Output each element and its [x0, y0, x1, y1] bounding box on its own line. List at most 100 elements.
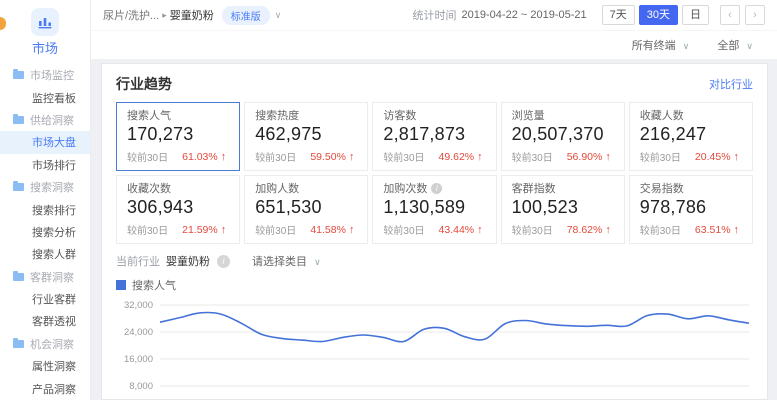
- metric-tile-加购人数[interactable]: 加购人数 651,530 较前30日 41.58% ↑: [244, 175, 368, 244]
- market-module-icon: [31, 8, 59, 36]
- metric-value: 978,786: [640, 197, 742, 218]
- sidebar-group-label: 市场监控: [30, 67, 74, 83]
- sidebar-item-label: 行业客群: [32, 291, 76, 307]
- scope-filter-label: 全部: [717, 40, 739, 52]
- metric-tile-访客数[interactable]: 访客数 2,817,873 较前30日 49.62% ↑: [372, 102, 496, 171]
- metric-value: 170,273: [127, 124, 229, 145]
- metric-change: 43.44%: [439, 224, 475, 236]
- stat-time-range: 2019-04-22 ~ 2019-05-21: [462, 9, 587, 21]
- metric-label: 加购人数: [255, 180, 299, 196]
- range-button-日[interactable]: 日: [682, 5, 709, 25]
- arrow-up-icon: ↑: [477, 224, 483, 236]
- metric-change: 61.03%: [182, 151, 218, 163]
- info-icon: i: [431, 183, 442, 194]
- folder-icon: [13, 340, 24, 348]
- metric-value: 1,130,589: [383, 197, 485, 218]
- metric-tile-收藏次数[interactable]: 收藏次数 306,943 较前30日 21.59% ↑: [116, 175, 240, 244]
- metric-label: 客群指数: [512, 180, 556, 196]
- edition-badge[interactable]: 标准版: [222, 6, 270, 25]
- sidebar-item-搜索人群[interactable]: 搜索人群: [0, 243, 90, 265]
- sidebar-item-行业客群[interactable]: 行业客群: [0, 288, 90, 310]
- current-industry-value: 婴童奶粉: [166, 253, 210, 269]
- sidebar-item-市场排行[interactable]: 市场排行: [0, 154, 90, 176]
- sidebar-item-label: 搜索人群: [32, 246, 76, 262]
- range-button-30天[interactable]: 30天: [639, 5, 678, 25]
- metric-tile-浏览量[interactable]: 浏览量 20,507,370 较前30日 56.90% ↑: [501, 102, 625, 171]
- sidebar-item-市场大盘[interactable]: 市场大盘: [0, 131, 90, 153]
- category-select-dropdown[interactable]: 请选择类目 ∨: [252, 253, 321, 269]
- arrow-up-icon: ↑: [349, 224, 355, 236]
- scope-filter-dropdown[interactable]: 全部 ∨: [717, 37, 753, 53]
- metric-change: 21.59%: [182, 224, 218, 236]
- metric-vs-label: 较前30日: [383, 149, 424, 164]
- legend-label: 搜索人气: [132, 277, 176, 293]
- metric-change: 20.45%: [695, 151, 731, 163]
- sidebar-item-监控看板[interactable]: 监控看板: [0, 86, 90, 108]
- info-icon[interactable]: i: [217, 255, 230, 268]
- metric-value: 216,247: [640, 124, 742, 145]
- sidebar-group-市场监控[interactable]: 市场监控: [0, 64, 90, 86]
- sidebar-group-搜索洞察[interactable]: 搜索洞察: [0, 176, 90, 198]
- metric-tile-搜索热度[interactable]: 搜索热度 462,975 较前30日 59.50% ↑: [244, 102, 368, 171]
- metric-tile-收藏人数[interactable]: 收藏人数 216,247 较前30日 20.45% ↑: [629, 102, 753, 171]
- sidebar-group-机会洞察[interactable]: 机会洞察: [0, 333, 90, 355]
- metric-tile-客群指数[interactable]: 客群指数 100,523 较前30日 78.62% ↑: [501, 175, 625, 244]
- metric-change: 49.62%: [439, 151, 475, 163]
- range-button-7天[interactable]: 7天: [602, 5, 635, 25]
- top-bar: 尿片/洗护... ▸ 婴童奶粉 标准版 ∨ 统计时间 2019-04-22 ~ …: [91, 0, 777, 30]
- breadcrumb-parent[interactable]: 尿片/洗护...: [103, 7, 159, 23]
- pager-prev-button[interactable]: ‹: [720, 5, 740, 25]
- metric-label: 交易指数: [640, 180, 684, 196]
- sidebar-group-客群洞察[interactable]: 客群洞察: [0, 266, 90, 288]
- sidebar-item-属性洞察[interactable]: 属性洞察: [0, 355, 90, 377]
- time-controls: 统计时间 2019-04-22 ~ 2019-05-21 7天30天日 ‹ ›: [413, 5, 765, 25]
- industry-trend-panel: 行业趋势 对比行业 搜索人气 170,273 较前30日 61.03% ↑ 搜索…: [101, 63, 768, 400]
- svg-text:16,000: 16,000: [124, 354, 153, 365]
- stat-time-label: 统计时间: [413, 7, 457, 23]
- terminal-filter-label: 所有终端: [632, 40, 676, 52]
- metric-tile-交易指数[interactable]: 交易指数 978,786 较前30日 63.51% ↑: [629, 175, 753, 244]
- sidebar-item-label: 市场排行: [32, 157, 76, 173]
- sidebar-group-label: 客群洞察: [30, 269, 74, 285]
- chevron-down-icon: ∨: [746, 41, 753, 51]
- sidebar-item-客群透视[interactable]: 客群透视: [0, 310, 90, 332]
- category-select-label: 请选择类目: [252, 256, 307, 268]
- sidebar-item-label: 搜索排行: [32, 202, 76, 218]
- chart-legend: 搜索人气: [116, 277, 753, 293]
- legend-swatch: [116, 280, 126, 290]
- compare-industry-link[interactable]: 对比行业: [709, 76, 753, 92]
- pager-next-button[interactable]: ›: [745, 5, 765, 25]
- main-area: 尿片/洗护... ▸ 婴童奶粉 标准版 ∨ 统计时间 2019-04-22 ~ …: [91, 0, 777, 400]
- content-area: 行业趋势 对比行业 搜索人气 170,273 较前30日 61.03% ↑ 搜索…: [101, 58, 768, 400]
- arrow-up-icon: ↑: [734, 151, 740, 163]
- range-button-group: 7天30天日: [602, 5, 709, 25]
- arrow-up-icon: ↑: [605, 151, 611, 163]
- metric-vs-label: 较前30日: [255, 149, 296, 164]
- metric-vs-label: 较前30日: [127, 222, 168, 237]
- metric-value: 462,975: [255, 124, 357, 145]
- metric-tile-搜索人气[interactable]: 搜索人气 170,273 较前30日 61.03% ↑: [116, 102, 240, 171]
- module-badge[interactable]: 市场: [0, 0, 90, 57]
- metric-change: 59.50%: [310, 151, 346, 163]
- sidebar-item-搜索分析[interactable]: 搜索分析: [0, 221, 90, 243]
- svg-text:24,000: 24,000: [124, 327, 153, 338]
- metric-label: 收藏次数: [127, 180, 171, 196]
- metric-label: 访客数: [383, 107, 416, 123]
- metric-label: 加购次数: [383, 180, 427, 196]
- metric-change: 78.62%: [567, 224, 603, 236]
- breadcrumb-current[interactable]: 婴童奶粉: [170, 7, 214, 23]
- metric-value: 2,817,873: [383, 124, 485, 145]
- sidebar-item-label: 搜索分析: [32, 224, 76, 240]
- sidebar-group-供给洞察[interactable]: 供给洞察: [0, 109, 90, 131]
- metric-change: 63.51%: [695, 224, 731, 236]
- breadcrumb-separator-icon: ▸: [162, 10, 167, 21]
- chevron-down-icon[interactable]: ∨: [275, 10, 282, 21]
- sidebar-item-产品洞察[interactable]: 产品洞察: [0, 377, 90, 399]
- sidebar-item-搜索排行[interactable]: 搜索排行: [0, 198, 90, 220]
- metric-value: 306,943: [127, 197, 229, 218]
- chevron-down-icon: ∨: [314, 257, 321, 267]
- terminal-filter-dropdown[interactable]: 所有终端 ∨: [632, 37, 690, 53]
- arrow-up-icon: ↑: [221, 151, 227, 163]
- metric-vs-label: 较前30日: [640, 222, 681, 237]
- metric-tile-加购次数[interactable]: 加购次数 i 1,130,589 较前30日 43.44% ↑: [372, 175, 496, 244]
